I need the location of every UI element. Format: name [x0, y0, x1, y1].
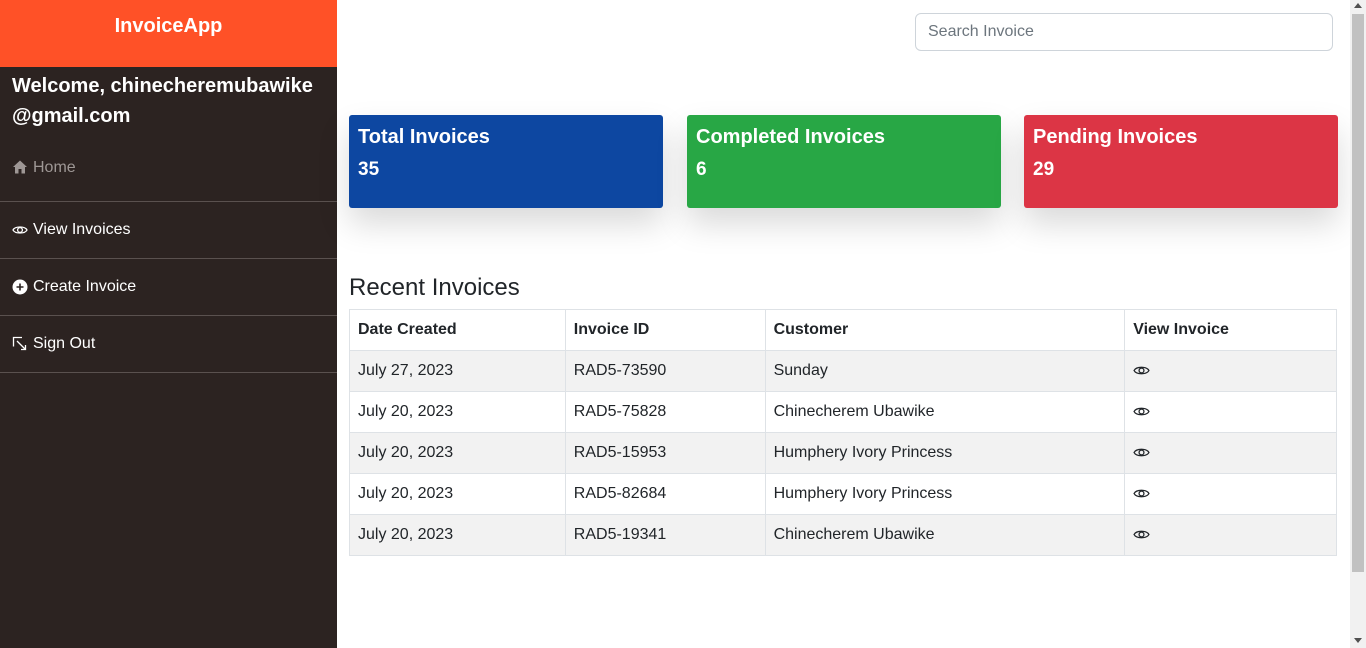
table-row: July 20, 2023 RAD5-15953 Humphery Ivory …	[349, 432, 1337, 474]
scrollbar-thumb[interactable]	[1352, 14, 1364, 572]
eye-icon	[12, 222, 28, 238]
cell-view	[1124, 514, 1337, 556]
card-title: Completed Invoices	[696, 126, 885, 148]
cell-customer: Chinecherem Ubawike	[764, 391, 1126, 433]
table-row: July 20, 2023 RAD5-75828 Chinecherem Uba…	[349, 391, 1337, 433]
sidebar-item-label: Create Invoice	[33, 278, 137, 295]
cell-view	[1124, 350, 1337, 392]
cell-view	[1124, 391, 1337, 433]
cell-customer: Humphery Ivory Princess	[764, 432, 1126, 474]
card-count: 35	[358, 159, 380, 180]
column-header-date: Date Created	[349, 309, 566, 351]
total-invoices-card: Total Invoices 35	[349, 115, 663, 208]
cell-customer: Chinecherem Ubawike	[764, 514, 1126, 556]
sidebar-item-label: Home	[33, 159, 76, 176]
scroll-up-arrow-icon[interactable]	[1354, 3, 1362, 8]
cell-date: July 20, 2023	[349, 473, 566, 515]
cell-invoice-id: RAD5-73590	[564, 350, 766, 392]
sidebar-item-label: View Invoices	[33, 221, 131, 238]
sidebar-item-sign-out[interactable]: Sign Out	[0, 316, 337, 373]
eye-icon[interactable]	[1133, 403, 1150, 420]
eye-icon[interactable]	[1133, 444, 1150, 461]
eye-icon[interactable]	[1133, 362, 1150, 379]
recent-invoices-title: Recent Invoices	[349, 274, 520, 301]
cell-customer: Humphery Ivory Princess	[764, 473, 1126, 515]
cell-invoice-id: RAD5-15953	[564, 432, 766, 474]
cell-invoice-id: RAD5-75828	[564, 391, 766, 433]
cell-date: July 27, 2023	[349, 350, 566, 392]
home-icon	[12, 159, 28, 175]
welcome-message: Welcome, chinecheremubawike@gmail.com	[12, 75, 313, 127]
cell-date: July 20, 2023	[349, 432, 566, 474]
cell-invoice-id: RAD5-82684	[564, 473, 766, 515]
cell-date: July 20, 2023	[349, 514, 566, 556]
sign-out-icon	[12, 336, 28, 352]
cell-view	[1124, 432, 1337, 474]
card-count: 29	[1033, 159, 1055, 180]
sidebar-item-create-invoice[interactable]: Create Invoice	[0, 259, 337, 316]
search-input[interactable]	[915, 13, 1333, 51]
column-header-customer: Customer	[764, 309, 1126, 351]
sidebar-item-label: Sign Out	[33, 335, 96, 352]
card-title: Total Invoices	[358, 126, 490, 148]
sidebar-item-view-invoices[interactable]: View Invoices	[0, 202, 337, 259]
table-header-row: Date Created Invoice ID Customer View In…	[349, 309, 1337, 351]
plus-circle-icon	[12, 279, 28, 295]
vertical-scrollbar[interactable]	[1350, 0, 1366, 648]
cell-invoice-id: RAD5-19341	[564, 514, 766, 556]
eye-icon[interactable]	[1133, 485, 1150, 502]
cell-customer: Sunday	[764, 350, 1126, 392]
card-title: Pending Invoices	[1033, 126, 1198, 148]
column-header-view: View Invoice	[1124, 309, 1337, 351]
sidebar-item-home[interactable]: Home	[0, 159, 337, 202]
app-brand[interactable]: InvoiceApp	[0, 0, 337, 67]
cell-view	[1124, 473, 1337, 515]
summary-cards: Total Invoices 35 Completed Invoices 6 P…	[349, 115, 1338, 208]
scroll-down-arrow-icon[interactable]	[1354, 638, 1362, 643]
card-count: 6	[696, 159, 707, 180]
pending-invoices-card: Pending Invoices 29	[1024, 115, 1338, 208]
eye-icon[interactable]	[1133, 526, 1150, 543]
table-row: July 20, 2023 RAD5-82684 Humphery Ivory …	[349, 473, 1337, 515]
sidebar-nav: Home View Invoices Create Invoice Sign O…	[0, 159, 337, 373]
completed-invoices-card: Completed Invoices 6	[687, 115, 1001, 208]
table-row: July 27, 2023 RAD5-73590 Sunday	[349, 350, 1337, 392]
column-header-invoice-id: Invoice ID	[564, 309, 766, 351]
sidebar: InvoiceApp Welcome, chinecheremubawike@g…	[0, 0, 337, 648]
table-row: July 20, 2023 RAD5-19341 Chinecherem Uba…	[349, 514, 1337, 556]
cell-date: July 20, 2023	[349, 391, 566, 433]
main-content: Total Invoices 35 Completed Invoices 6 P…	[337, 0, 1350, 648]
recent-invoices-table: Date Created Invoice ID Customer View In…	[349, 309, 1337, 556]
